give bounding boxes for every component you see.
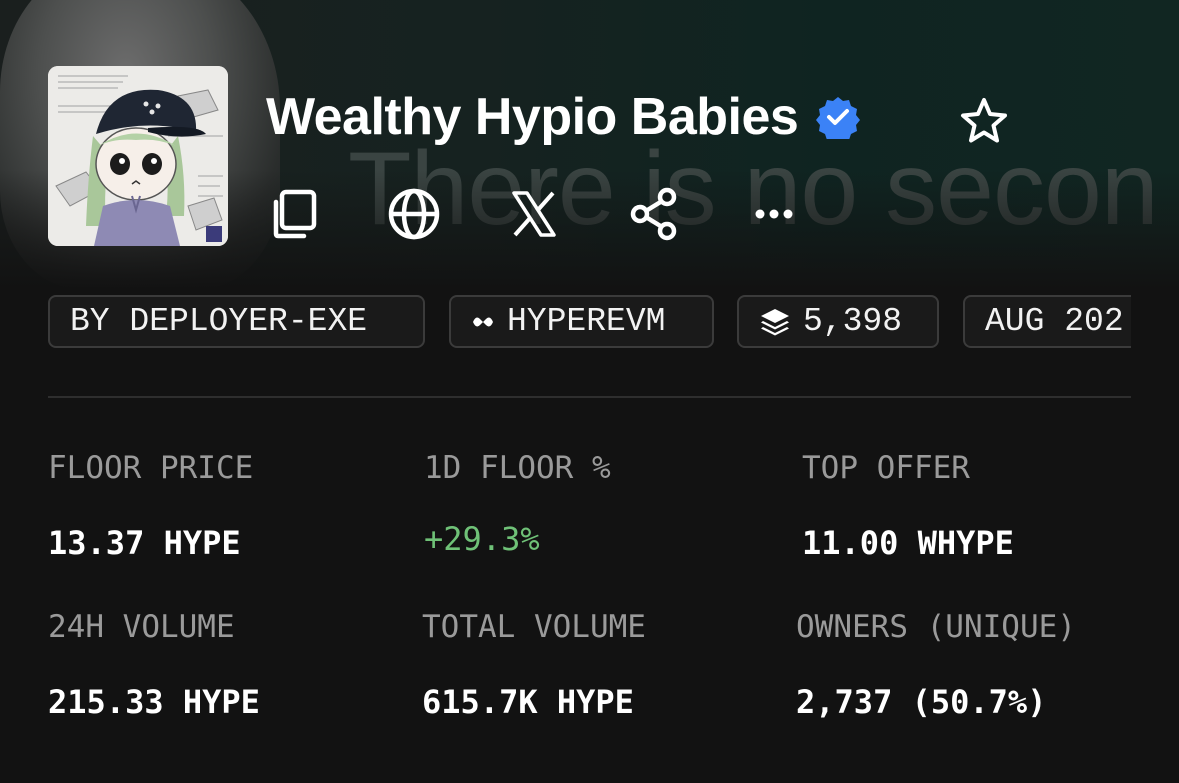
volume-24h-label: 24H VOLUME	[48, 609, 235, 645]
created-date-tag-label: AUG 202	[985, 303, 1124, 340]
verified-badge-icon	[816, 95, 861, 143]
copy-icon	[273, 189, 317, 239]
floor-price-value: 13.37 HYPE	[48, 524, 241, 562]
creator-tag[interactable]: BY DEPLOYER-EXE	[48, 295, 425, 348]
divider	[48, 396, 1131, 398]
owners-label: OWNERS (UNIQUE)	[796, 609, 1076, 645]
floor-price-label: FLOOR PRICE	[48, 450, 254, 486]
copy-button[interactable]	[266, 186, 322, 242]
x-link-button[interactable]	[506, 186, 562, 242]
top-offer-value: 11.00 WHYPE	[802, 524, 1014, 562]
floor-change-label: 1D FLOOR %	[424, 450, 611, 486]
website-button[interactable]	[386, 186, 442, 242]
more-icon	[755, 209, 793, 219]
layers-icon	[759, 307, 791, 337]
supply-tag-label: 5,398	[803, 303, 903, 340]
star-outline-icon	[961, 98, 1007, 143]
volume-24h-value: 215.33 HYPE	[48, 683, 260, 721]
favorite-button[interactable]	[958, 96, 1010, 146]
total-volume-label: TOTAL VOLUME	[422, 609, 646, 645]
creator-tag-label: BY DEPLOYER-EXE	[70, 303, 368, 340]
collection-title: Wealthy Hypio Babies	[266, 88, 799, 146]
owners-value: 2,737 (50.7%)	[796, 683, 1047, 721]
share-button[interactable]	[626, 186, 682, 242]
supply-tag[interactable]: 5,398	[737, 295, 939, 348]
total-volume-value: 615.7K HYPE	[422, 683, 634, 721]
collection-header: Wealthy Hypio Babies	[266, 84, 861, 150]
chain-tag-label: HYPEREVM	[507, 303, 666, 340]
chain-tag[interactable]: HYPEREVM	[449, 295, 714, 348]
collection-avatar	[48, 66, 228, 246]
floor-change-value: +29.3%	[424, 520, 540, 558]
x-logo-icon	[512, 191, 556, 237]
share-icon	[630, 187, 677, 241]
created-date-tag[interactable]: AUG 202	[963, 295, 1131, 348]
more-options-button[interactable]	[746, 186, 802, 242]
globe-icon	[388, 188, 440, 240]
hyperliquid-logo-icon	[471, 313, 495, 331]
top-offer-label: TOP OFFER	[802, 450, 970, 486]
